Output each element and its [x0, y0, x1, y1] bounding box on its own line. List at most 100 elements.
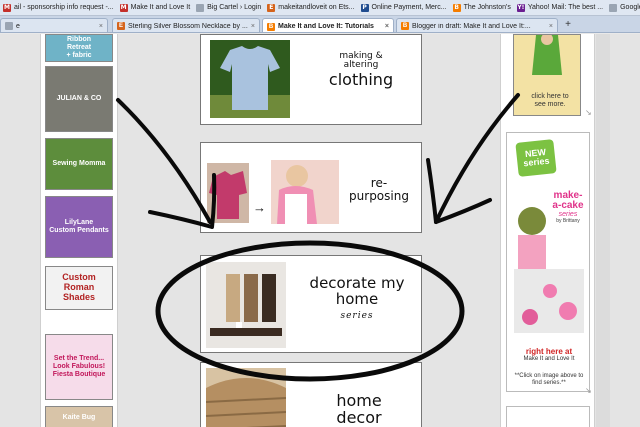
sewing-momma-ad[interactable]: Sewing Momma	[45, 138, 113, 190]
bookmark-item[interactable]: B The Johnston's	[450, 0, 514, 15]
tile-making-altering-clothing[interactable]: making & altering clothing	[200, 34, 422, 125]
tab-label: e	[16, 22, 20, 30]
new-series-badge[interactable]: NEW series	[515, 139, 557, 177]
cake-title-line: a-cake	[552, 200, 584, 211]
tile-label-line: series	[340, 310, 374, 321]
lilylane-ad[interactable]: LilyLane Custom Pendants	[45, 196, 113, 258]
basket-photo	[206, 368, 286, 427]
tutorial-tiles: making & altering clothing → re- purposi…	[195, 34, 435, 427]
kaite-bug-ad[interactable]: Kaite Bug	[45, 406, 113, 427]
blogger-icon: B	[267, 22, 275, 31]
blogger-icon: B	[452, 3, 461, 12]
tile-label-line: re-	[370, 176, 388, 190]
bookmark-item[interactable]: P Online Payment, Merc...	[358, 0, 450, 15]
ad-text: Look Fabulous!	[52, 363, 106, 371]
bookmark-label: makeitandloveit on Ets...	[278, 4, 355, 11]
bookmark-item[interactable]: Emakeitandloveit on Ets...	[264, 0, 357, 15]
bookmark-item[interactable]: Google AdSense - Rep...	[606, 0, 640, 15]
t-shirt-photo	[210, 40, 290, 118]
tile-label-line: purposing	[349, 188, 409, 203]
scroll-rail[interactable]	[596, 34, 610, 427]
tab-label: Blogger in draft: Make It and Love It:..…	[412, 22, 531, 30]
resize-icon: ↘	[585, 108, 592, 117]
yahoo-icon: Y!	[516, 3, 525, 12]
cake-title-line: series	[558, 211, 578, 218]
ad-text: Ribbon	[66, 36, 92, 44]
browser-tab[interactable]: E Sterling Silver Blossom Necklace by ...…	[112, 18, 260, 32]
blogger-icon: B	[401, 22, 409, 30]
set-the-trend-ad[interactable]: Set the Trend... Look Fabulous! Fiesta Bou…	[45, 334, 113, 400]
ribbon-retreat-ad[interactable]: Ribbon Retreat + fabric	[45, 34, 113, 62]
close-icon[interactable]: ×	[546, 23, 553, 30]
close-icon[interactable]: ×	[382, 23, 389, 30]
bookmark-label: Yahoo! Mail: The best ...	[527, 4, 604, 11]
page-icon	[5, 22, 13, 30]
close-icon[interactable]: ×	[248, 23, 255, 30]
make-a-cake-box: NEW series make- a-cake series by Britta…	[506, 132, 590, 392]
ad-caption-line: see more.	[534, 100, 566, 108]
bookmark-label: Make It and Love It	[130, 4, 191, 11]
ad-text: + fabric	[66, 51, 92, 59]
custom-roman-shades-ad[interactable]: Custom Roman Shades	[45, 266, 113, 310]
browser-tab[interactable]: B Blogger in draft: Make It and Love It:.…	[396, 18, 558, 32]
ad-text: Retreat	[66, 44, 92, 52]
ad-text: Kaite Bug	[62, 414, 96, 422]
bookmark-item[interactable]: Mail - sponsorship info request -...	[0, 0, 117, 15]
bookmark-label: Big Cartel › Login	[207, 4, 262, 11]
browser-tab[interactable]: B Make It and Love It: Tutorials ×	[262, 18, 394, 32]
tile-label-line: clothing	[328, 69, 394, 89]
ad-text: Shades	[62, 291, 95, 302]
top-right-ad[interactable]: click here to see more.	[513, 34, 581, 116]
tile-decorate-my-home[interactable]: decorate my home series	[200, 255, 422, 353]
bookmark-item[interactable]: Big Cartel › Login	[193, 0, 264, 15]
bookmark-label: ail - sponsorship info request -...	[14, 4, 114, 11]
bookmark-label: The Johnston's	[463, 4, 511, 11]
adsense-icon	[609, 3, 618, 12]
ad-caption-line: click here to	[531, 93, 569, 100]
paypal-icon: P	[360, 3, 369, 12]
make-a-cake-title: make- a-cake series by Brittany	[547, 191, 589, 224]
girl-shrug-photo	[271, 160, 339, 224]
tab-label: Sterling Silver Blossom Necklace by ...	[128, 22, 248, 30]
gmail-icon: M	[119, 3, 128, 12]
resize-icon: ↘	[585, 386, 592, 395]
ad-text: Sewing Momma	[52, 160, 106, 168]
close-icon[interactable]: ×	[96, 23, 103, 30]
tile-label: home decor	[311, 392, 407, 427]
ad-text: Custom Pendants	[49, 227, 109, 234]
julian-and-co-ad[interactable]: JULIAN & CO	[45, 66, 113, 132]
tile-label-line: home	[335, 289, 379, 308]
tile-label: decorate my home series	[301, 275, 413, 321]
tile-label: making & altering clothing	[309, 51, 413, 89]
etsy-icon: E	[117, 22, 125, 30]
page-icon	[196, 3, 205, 12]
ad-text: Set the Trend...	[53, 355, 105, 363]
site-name-text: Make It and Love It	[523, 356, 575, 363]
browser-tab[interactable]: e ×	[0, 18, 108, 32]
page-content: Ribbon Retreat + fabric JULIAN & CO Sewing M…	[0, 34, 640, 427]
wall-decor-photo	[206, 262, 286, 348]
bookmarks-bar: Mail - sponsorship info request -... M Mak…	[0, 0, 640, 16]
ad-text: LilyLane	[64, 219, 94, 227]
arrow-icon: →	[253, 200, 266, 215]
tile-home-decor[interactable]: home decor	[200, 362, 422, 427]
bookmark-label: Online Payment, Merc...	[371, 4, 447, 11]
tile-repurposing[interactable]: → re- purposing	[200, 142, 422, 233]
tile-label: re- purposing	[337, 177, 421, 202]
bookmark-label: Google AdSense - Rep...	[620, 4, 640, 11]
tab-label: Make It and Love It: Tutorials	[278, 23, 374, 30]
cake-site-link[interactable]: right here at Make It and Love It	[507, 347, 591, 363]
new-series-text: NEW series	[522, 146, 550, 169]
bookmark-item[interactable]: M Make It and Love It	[117, 0, 194, 15]
tile-label-line: decor	[336, 407, 382, 427]
right-here-text: right here at	[525, 347, 573, 356]
right-sidebar: click here to see more. ↘ NEW series mak…	[500, 34, 595, 427]
cake-byline: by Brittany	[556, 218, 580, 224]
left-sidebar: Ribbon Retreat + fabric JULIAN & CO Sewing M…	[40, 34, 118, 427]
new-tab-button[interactable]: +	[562, 19, 574, 31]
sweater-photo	[207, 163, 249, 223]
ad-text: JULIAN & CO	[56, 95, 102, 103]
bookmark-item[interactable]: Y! Yahoo! Mail: The best ...	[514, 0, 606, 15]
etsy-icon: E	[267, 3, 276, 12]
click-note: **Click on image above to find series.**	[514, 373, 584, 386]
